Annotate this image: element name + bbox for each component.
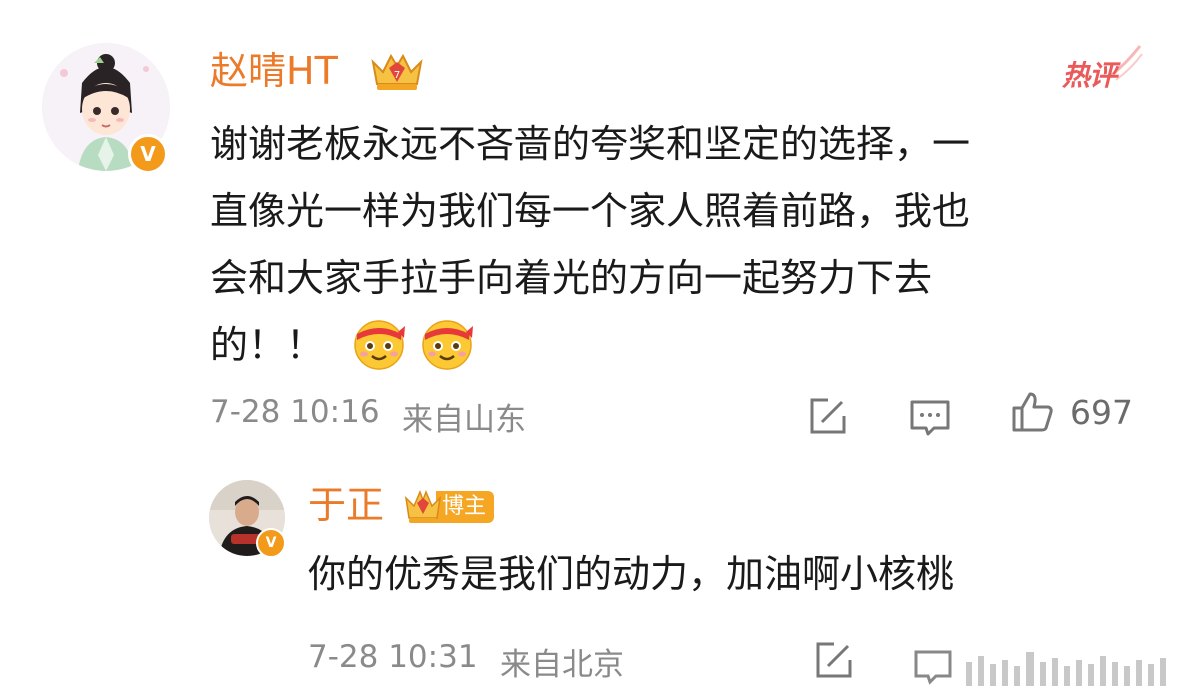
comment-line: 直像光一样为我们每一个家人照着前路，我也	[210, 189, 971, 233]
party-face-emoji-icon	[354, 320, 405, 370]
party-face-emoji-icon	[422, 320, 473, 370]
comment-line: 会和大家手拉手向着光的方向一起努力下去	[210, 256, 933, 300]
crown-level-icon[interactable]	[404, 488, 442, 526]
reply-timestamp: 7-28 10:31	[308, 639, 478, 675]
verified-badge-icon: V	[256, 528, 286, 558]
replier-username[interactable]: 于正	[308, 482, 384, 528]
crown-level-icon[interactable]: 7	[369, 50, 425, 94]
comment-line: 的！！	[210, 323, 325, 367]
reply-text: 你的优秀是我们的动力，加油啊小核桃	[308, 552, 955, 596]
watermark-overlay	[896, 632, 1179, 692]
verified-badge-icon: V	[128, 134, 168, 174]
blogger-role-tag: 博主	[436, 491, 495, 523]
hot-comment-label: 热评	[1062, 59, 1117, 92]
hot-comment-badge: 热评	[1062, 42, 1143, 92]
comment-line: 谢谢老板永远不吝啬的夸奖和坚定的选择，一	[210, 122, 971, 166]
comment-timestamp: 7-28 10:16	[210, 394, 380, 430]
share-icon[interactable]	[812, 638, 856, 682]
reply-location: 来自北京	[500, 647, 624, 683]
comment-icon[interactable]	[908, 396, 952, 440]
commenter-username[interactable]: 赵晴HT	[210, 48, 338, 94]
svg-text:7: 7	[394, 70, 400, 81]
share-icon[interactable]	[806, 394, 850, 438]
comment-location: 来自山东	[402, 402, 526, 438]
like-count: 697	[1070, 393, 1133, 432]
like-icon[interactable]	[1010, 390, 1054, 434]
